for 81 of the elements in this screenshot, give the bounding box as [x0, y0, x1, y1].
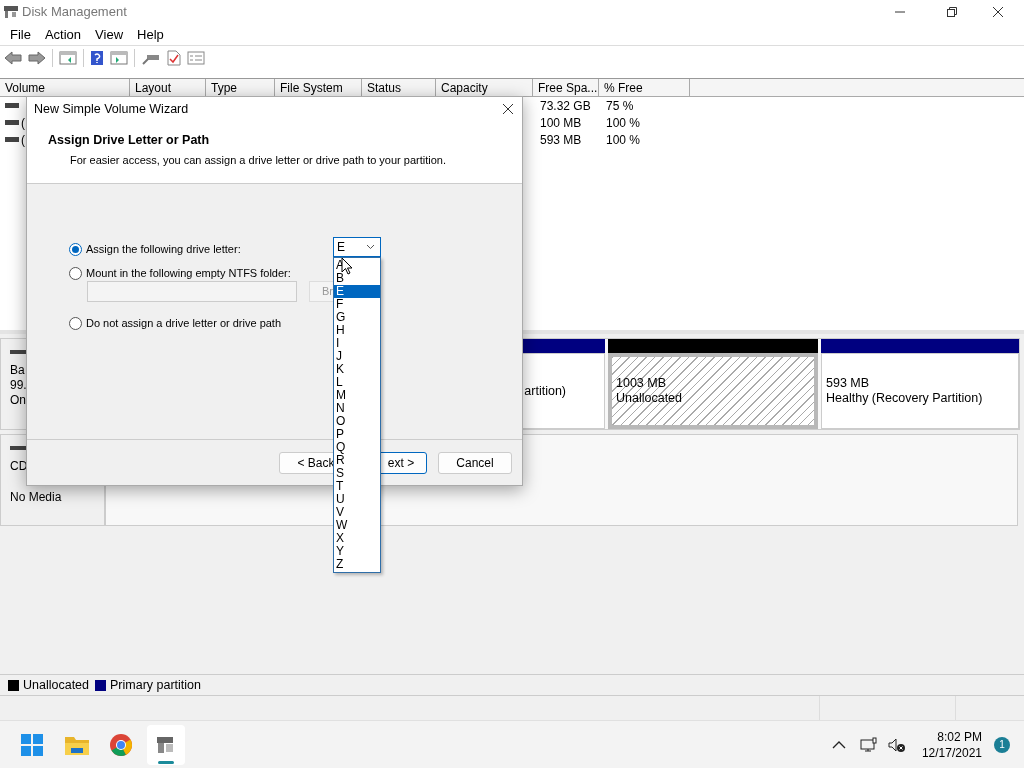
dropdown-option[interactable]: L — [334, 376, 380, 389]
chevron-up-icon[interactable] — [831, 739, 846, 750]
table-cell-text: 75 % — [605, 97, 635, 115]
start-icon[interactable] — [20, 732, 44, 757]
app-icon — [3, 5, 19, 19]
checklist-icon[interactable] — [167, 50, 181, 66]
chevron-down-icon — [366, 244, 375, 250]
app-taskbar-button[interactable] — [147, 724, 185, 765]
dropdown-option[interactable]: K — [334, 363, 380, 376]
dropdown-option[interactable]: J — [334, 350, 380, 363]
table-cell-text: 100 % — [605, 114, 642, 132]
dropdown-option[interactable]: N — [334, 402, 380, 415]
table-cell-text: 73.32 GB — [539, 97, 592, 115]
dropdown-option[interactable]: T — [334, 480, 380, 493]
table-cell-text: ( — [21, 131, 25, 149]
menu-item[interactable]: File — [4, 24, 37, 45]
radio-label[interactable]: Assign the following drive letter: — [86, 241, 241, 258]
disk-label: On — [10, 393, 26, 408]
browser-icon[interactable] — [109, 732, 133, 757]
help-icon[interactable] — [90, 50, 104, 66]
clock[interactable]: 8:02 PM 12/17/2021 — [921, 728, 982, 761]
console-tree-icon[interactable] — [59, 51, 77, 65]
dropdown-option[interactable]: E — [334, 285, 380, 298]
dropdown-option[interactable]: H — [334, 324, 380, 337]
dropdown-option[interactable]: V — [334, 506, 380, 519]
dropdown-option[interactable]: M — [334, 389, 380, 402]
action-pane-icon[interactable] — [110, 51, 128, 65]
dropdown-option[interactable]: O — [334, 415, 380, 428]
partition-text: Unallocated — [616, 391, 683, 406]
legend-label: Primary partition — [110, 676, 201, 694]
dropdown-option[interactable]: B — [334, 272, 380, 285]
radio-label[interactable]: Mount in the following empty NTFS folder: — [86, 265, 291, 282]
table-cell-text: 100 % — [605, 131, 642, 149]
monitor-icon[interactable] — [859, 736, 878, 753]
menu-item[interactable]: View — [89, 24, 130, 45]
drive-icon — [5, 136, 19, 143]
dropdown-option[interactable]: W — [334, 519, 380, 532]
partition-text: 1003 MB — [616, 376, 668, 391]
notification-badge[interactable]: 1 — [994, 736, 1010, 753]
wizard-subheading: For easier access, you can assign a drive letter or drive path to your partition. — [70, 152, 447, 168]
dropdown-option[interactable]: F — [334, 298, 380, 311]
close-icon[interactable] — [502, 103, 514, 115]
menu-item[interactable]: Action — [38, 24, 88, 45]
dropdown-option[interactable]: X — [334, 532, 380, 545]
wizard-heading: Assign Drive Letter or Path — [48, 132, 211, 149]
column-header[interactable]: % Free — [599, 79, 690, 96]
drive-icon — [5, 119, 19, 126]
dropdown-option[interactable]: Z — [334, 558, 380, 571]
drive-letter-dropdown[interactable]: E — [333, 237, 381, 257]
table-cell-text: 593 MB — [539, 131, 583, 149]
drive-icon — [5, 102, 19, 109]
dialog-title: New Simple Volume Wizard — [34, 100, 189, 118]
radio-button[interactable] — [69, 266, 82, 280]
partition-text: 593 MB — [826, 376, 871, 391]
radio-button[interactable] — [69, 242, 82, 256]
dropdown-option[interactable]: U — [334, 493, 380, 506]
radio-button[interactable] — [69, 316, 82, 330]
back-icon[interactable] — [4, 51, 22, 65]
dropdown-option[interactable]: P — [334, 428, 380, 441]
menu-item[interactable]: Help — [131, 24, 170, 45]
partition-text: Healthy (Recovery Partition) — [826, 391, 984, 406]
folder-path-field[interactable] — [87, 281, 297, 302]
media-status: No Media — [10, 489, 62, 506]
table-cell-text: 100 MB — [539, 114, 583, 132]
disk-label: 99. — [10, 378, 27, 393]
dropdown-option[interactable]: G — [334, 311, 380, 324]
window-title: Disk Management — [22, 3, 127, 22]
radio-label[interactable]: Do not assign a drive letter or drive path — [86, 315, 282, 332]
muted-speaker-icon[interactable] — [887, 736, 906, 753]
disk-label: Ba — [10, 363, 25, 378]
dropdown-option[interactable]: Y — [334, 545, 380, 558]
column-header[interactable]: Free Spa... — [533, 79, 599, 96]
dropdown-option[interactable]: I — [334, 337, 380, 350]
close-icon[interactable] — [992, 6, 1004, 18]
table-cell-text: ( — [21, 114, 25, 132]
partition-text: artition) — [524, 383, 566, 399]
restore-icon[interactable] — [946, 6, 958, 18]
dropdown-option[interactable]: Q — [334, 441, 380, 454]
dialog-button[interactable]: Cancel — [438, 452, 512, 474]
forward-icon[interactable] — [28, 51, 46, 65]
legend-label: Unallocated — [23, 676, 89, 694]
